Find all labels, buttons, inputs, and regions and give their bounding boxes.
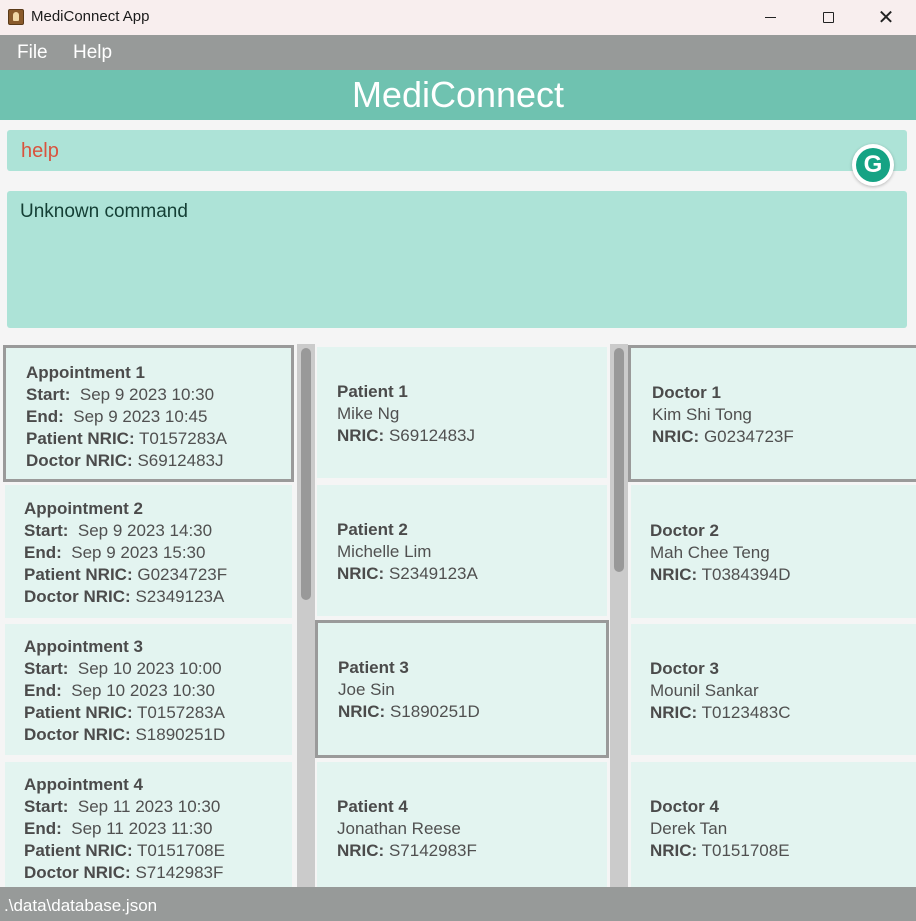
doctor-name: Mounil Sankar xyxy=(650,681,759,700)
doctor-nric: NRIC: T0384394D xyxy=(650,565,791,584)
doctor-title: Doctor 2 xyxy=(650,521,719,540)
appointment-card[interactable]: Appointment 2 Start: Sep 9 2023 14:30 En… xyxy=(5,485,292,618)
command-box[interactable] xyxy=(7,130,907,171)
doctor-name: Mah Chee Teng xyxy=(650,543,770,562)
menu-file[interactable]: File xyxy=(17,42,48,64)
doctor-name: Derek Tan xyxy=(650,819,728,838)
appointment-scroll-thumb[interactable] xyxy=(301,348,311,600)
page-title: MediConnect xyxy=(351,74,565,115)
appointment-doctor-nric: Doctor NRIC: S6912483J xyxy=(26,451,224,470)
maximize-button[interactable] xyxy=(800,0,856,35)
appointment-start: Start: Sep 10 2023 10:00 xyxy=(24,659,222,678)
status-file-path: .\data\database.json xyxy=(4,896,158,915)
result-text: Unknown command xyxy=(20,201,188,222)
patient-card[interactable]: Patient 3 Joe Sin NRIC: S1890251D xyxy=(315,620,609,758)
maximize-icon xyxy=(822,12,834,23)
doctor-name: Kim Shi Tong xyxy=(652,405,752,424)
status-bar: .\data\database.json xyxy=(0,887,916,921)
appointment-patient-nric: Patient NRIC: T0151708E xyxy=(24,841,225,860)
appointment-list[interactable]: Appointment 1 Start: Sep 9 2023 10:30 En… xyxy=(0,344,297,887)
appointment-card[interactable]: Appointment 1 Start: Sep 9 2023 10:30 En… xyxy=(3,345,294,482)
appointment-scrollbar[interactable] xyxy=(297,344,315,887)
appointment-title: Appointment 1 xyxy=(26,363,145,382)
patient-name: Mike Ng xyxy=(337,404,400,423)
window-title: MediConnect App xyxy=(31,8,150,25)
appointment-card[interactable]: Appointment 3 Start: Sep 10 2023 10:00 E… xyxy=(5,624,292,755)
appointment-start: Start: Sep 11 2023 10:30 xyxy=(24,797,221,816)
appointment-patient-nric: Patient NRIC: T0157283A xyxy=(24,703,225,722)
menu-help[interactable]: Help xyxy=(73,42,112,64)
patient-name: Jonathan Reese xyxy=(337,819,461,838)
appointment-end: End: Sep 9 2023 15:30 xyxy=(24,543,206,562)
doctor-list[interactable]: Doctor 1 Kim Shi Tong NRIC: G0234723F Do… xyxy=(627,344,916,887)
appointment-patient-nric: Patient NRIC: G0234723F xyxy=(24,565,228,584)
close-icon: ✕ xyxy=(877,6,895,29)
result-display[interactable]: Unknown command xyxy=(7,191,907,328)
appointment-end: End: Sep 11 2023 11:30 xyxy=(24,819,213,838)
appointment-doctor-nric: Doctor NRIC: S7142983F xyxy=(24,863,224,882)
menu-bar: File Help xyxy=(0,35,916,70)
patient-nric: NRIC: S6912483J xyxy=(337,426,475,445)
patient-nric: NRIC: S1890251D xyxy=(338,702,480,721)
patient-card[interactable]: Patient 2 Michelle Lim NRIC: S2349123A xyxy=(317,485,607,616)
doctor-nric: NRIC: G0234723F xyxy=(652,427,794,446)
patient-name: Joe Sin xyxy=(338,680,395,699)
doctor-title: Doctor 4 xyxy=(650,797,719,816)
title-bar: MediConnect App ✕ xyxy=(0,0,916,35)
appointment-patient-nric: Patient NRIC: T0157283A xyxy=(26,429,227,448)
close-button[interactable]: ✕ xyxy=(858,0,914,35)
doctor-nric: NRIC: T0123483C xyxy=(650,703,791,722)
patient-title: Patient 1 xyxy=(337,382,408,401)
patient-title: Patient 3 xyxy=(338,658,409,677)
patient-title: Patient 4 xyxy=(337,797,408,816)
grammarly-button[interactable]: G xyxy=(852,144,894,186)
doctor-card[interactable]: Doctor 4 Derek Tan NRIC: T0151708E xyxy=(631,762,916,887)
grammarly-icon: G xyxy=(856,148,890,182)
minimize-icon xyxy=(764,17,776,18)
appointment-start: Start: Sep 9 2023 10:30 xyxy=(26,385,215,404)
command-input[interactable] xyxy=(21,140,821,163)
patient-scroll-thumb[interactable] xyxy=(614,348,624,572)
appointment-end: End: Sep 10 2023 10:30 xyxy=(24,681,215,700)
patient-scrollbar[interactable] xyxy=(610,344,628,887)
patient-card[interactable]: Patient 4 Jonathan Reese NRIC: S7142983F xyxy=(317,762,607,887)
appointment-doctor-nric: Doctor NRIC: S2349123A xyxy=(24,587,225,606)
patient-card[interactable]: Patient 1 Mike Ng NRIC: S6912483J xyxy=(317,347,607,478)
doctor-nric: NRIC: T0151708E xyxy=(650,841,790,860)
doctor-card[interactable]: Doctor 2 Mah Chee Teng NRIC: T0384394D xyxy=(631,485,916,618)
patient-title: Patient 2 xyxy=(337,520,408,539)
doctor-card[interactable]: Doctor 3 Mounil Sankar NRIC: T0123483C xyxy=(631,624,916,755)
patient-nric: NRIC: S2349123A xyxy=(337,564,478,583)
patient-nric: NRIC: S7142983F xyxy=(337,841,477,860)
app-icon xyxy=(8,9,24,25)
minimize-button[interactable] xyxy=(742,0,798,35)
appointment-title: Appointment 2 xyxy=(24,499,143,518)
appointment-title: Appointment 4 xyxy=(24,775,143,794)
appointment-doctor-nric: Doctor NRIC: S1890251D xyxy=(24,725,226,744)
appointment-start: Start: Sep 9 2023 14:30 xyxy=(24,521,213,540)
appointment-title: Appointment 3 xyxy=(24,637,143,656)
doctor-card[interactable]: Doctor 1 Kim Shi Tong NRIC: G0234723F xyxy=(628,345,916,482)
patient-name: Michelle Lim xyxy=(337,542,432,561)
doctor-title: Doctor 1 xyxy=(652,383,721,402)
patient-list[interactable]: Patient 1 Mike Ng NRIC: S6912483J Patien… xyxy=(315,344,611,887)
header-banner: MediConnect xyxy=(0,70,916,120)
doctor-title: Doctor 3 xyxy=(650,659,719,678)
appointment-card[interactable]: Appointment 4 Start: Sep 11 2023 10:30 E… xyxy=(5,762,292,887)
appointment-end: End: Sep 9 2023 10:45 xyxy=(26,407,208,426)
